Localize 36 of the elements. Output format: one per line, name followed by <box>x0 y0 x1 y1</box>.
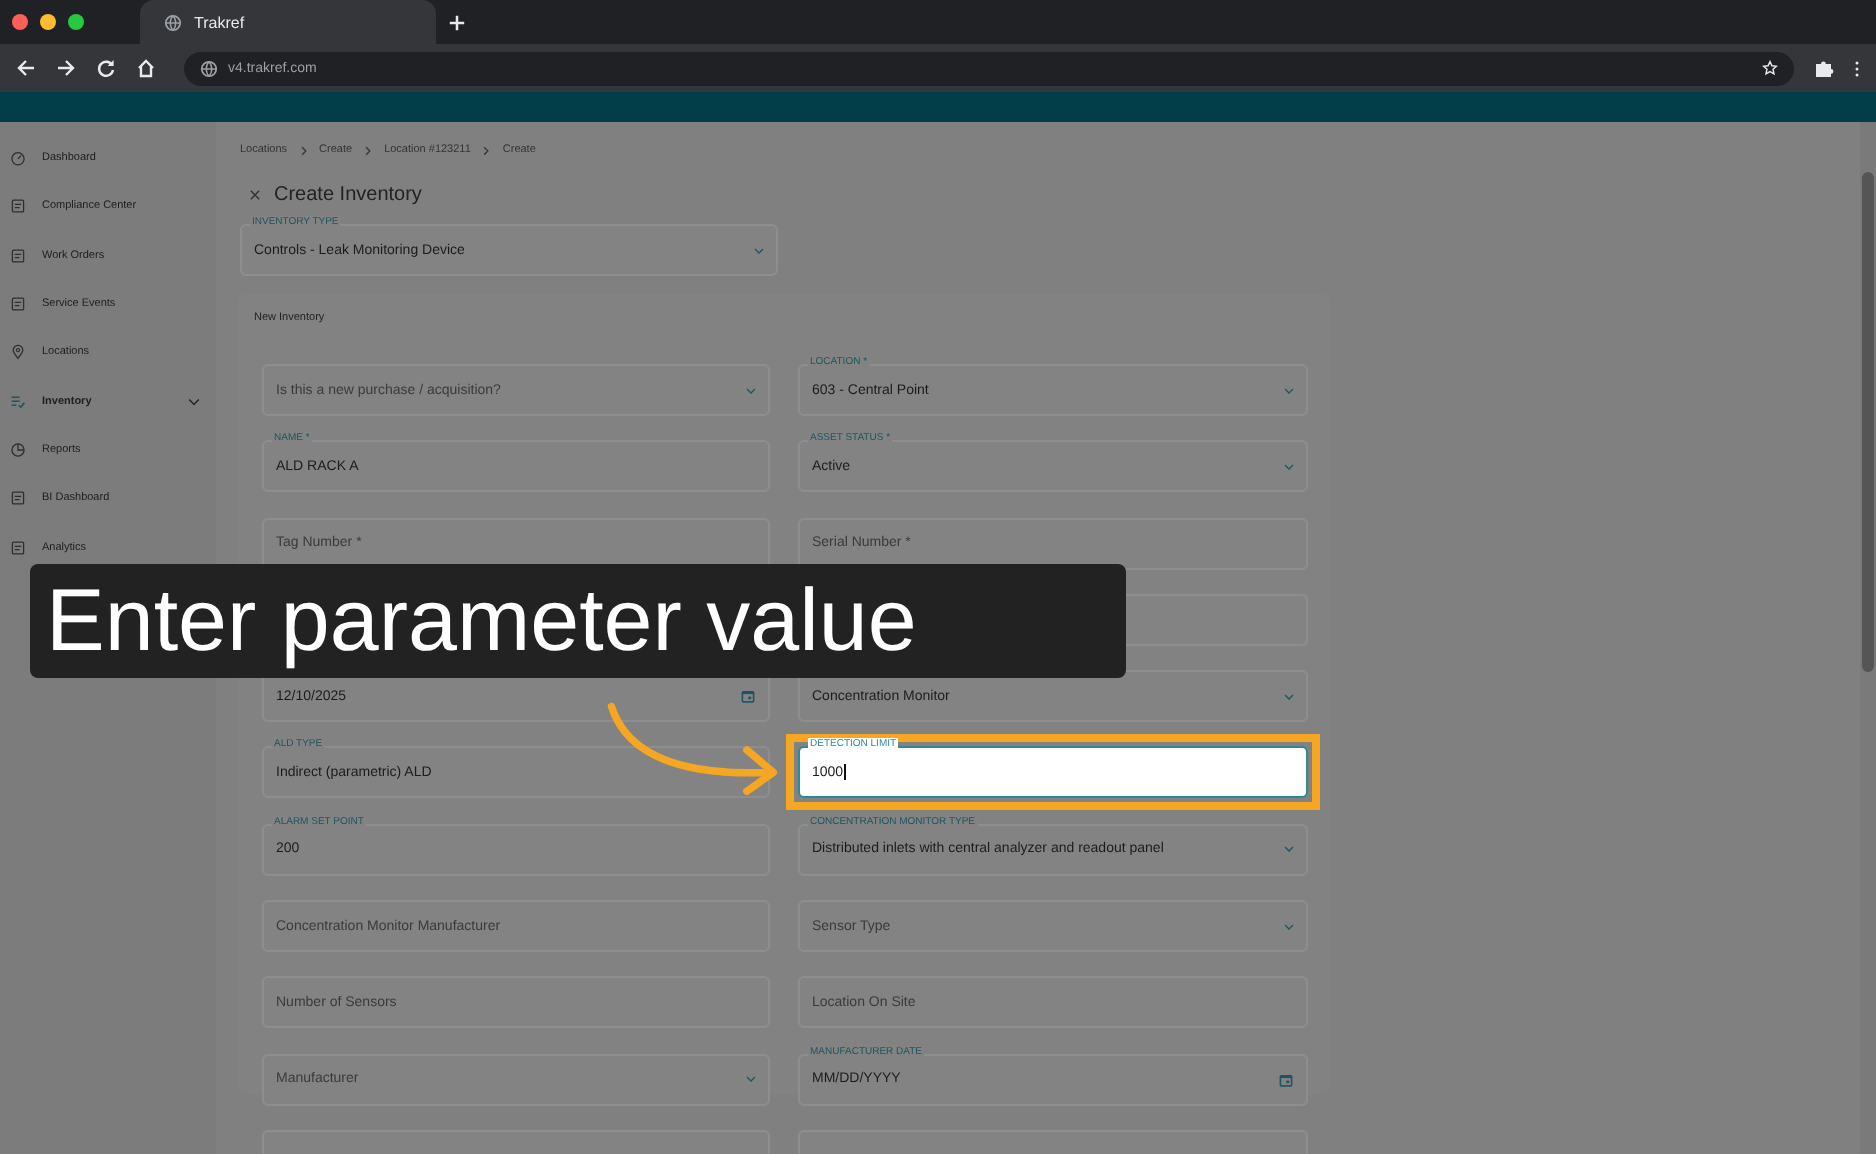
chevron-down-icon <box>754 247 764 253</box>
chevron-right-icon <box>299 145 308 155</box>
reload-icon[interactable] <box>96 58 116 78</box>
list-check-icon <box>10 393 26 410</box>
gauge-icon <box>10 150 26 167</box>
browser-tab[interactable]: Trakref <box>140 0 436 44</box>
site-info-icon[interactable] <box>200 59 218 77</box>
maximize-window-button[interactable] <box>68 14 84 30</box>
close-window-button[interactable] <box>12 14 28 30</box>
chevron-down-icon <box>1284 387 1294 393</box>
chevron-down-icon <box>1284 923 1294 930</box>
chevron-down-icon <box>1284 846 1294 853</box>
document-lines-icon <box>10 539 26 556</box>
scrollbar[interactable] <box>1860 122 1876 1154</box>
chevron-down-icon <box>1284 693 1294 700</box>
pie-chart-icon <box>10 441 26 458</box>
menu-icon[interactable] <box>1854 59 1860 77</box>
new-tab-icon[interactable] <box>448 13 466 31</box>
bookmark-star-icon[interactable] <box>1762 60 1778 76</box>
forward-icon[interactable] <box>56 58 76 78</box>
callout-tooltip: Enter parameter value <box>30 564 1126 678</box>
chevron-down-icon <box>1284 463 1294 470</box>
minimize-window-button[interactable] <box>40 14 56 30</box>
document-icon <box>10 296 26 313</box>
globe-icon <box>164 13 182 31</box>
chevron-down-icon <box>746 1076 756 1083</box>
back-icon[interactable] <box>16 58 36 78</box>
chevron-down-icon[interactable] <box>188 397 200 406</box>
page-title: Create Inventory <box>274 183 422 205</box>
close-icon[interactable] <box>248 187 262 201</box>
chevron-right-icon <box>482 145 491 155</box>
chevron-down-icon <box>746 387 756 393</box>
puzzle-piece-icon[interactable] <box>1814 58 1834 78</box>
home-icon[interactable] <box>136 58 156 78</box>
map-pin-icon <box>10 344 26 361</box>
chevron-right-icon <box>364 145 373 155</box>
